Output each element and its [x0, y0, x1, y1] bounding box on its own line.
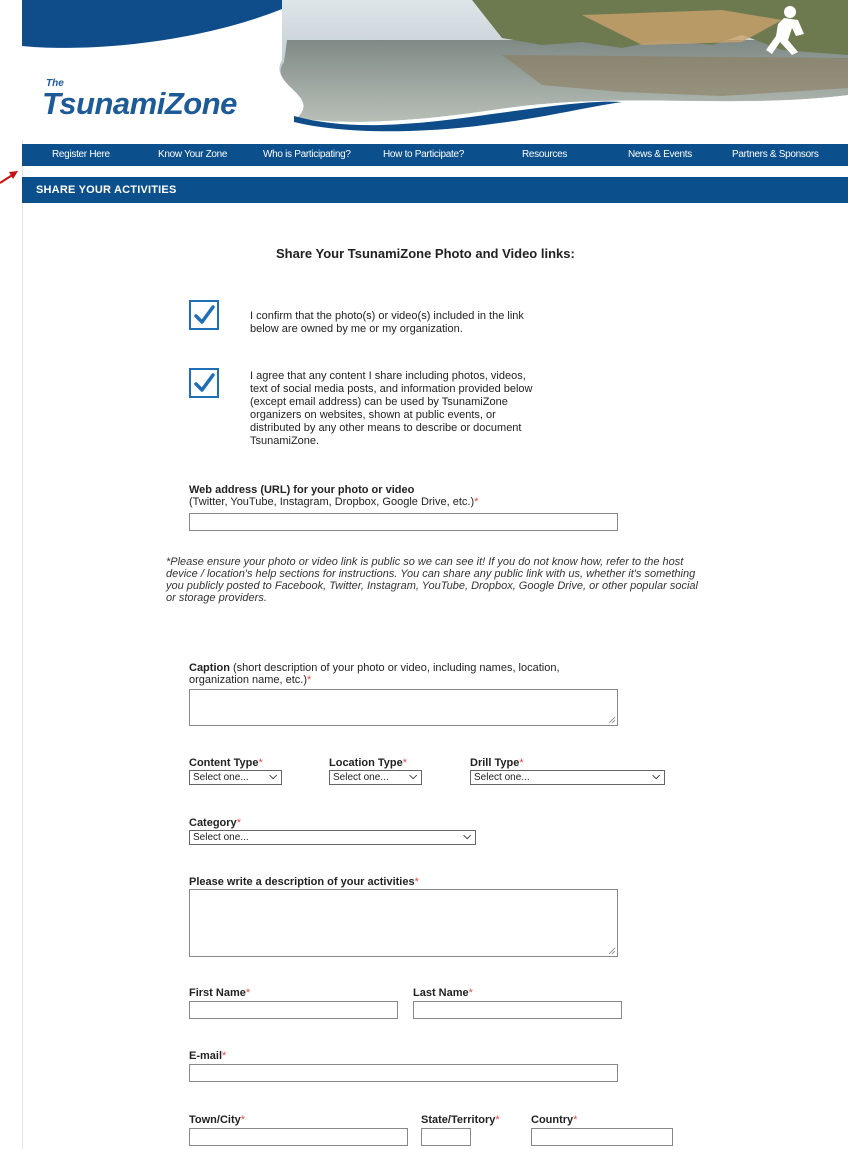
chevron-down-icon: ⌵ [409, 771, 417, 782]
nav-who-is-participating[interactable]: Who is Participating? [263, 149, 351, 160]
category-label: Category* [189, 817, 241, 829]
chevron-down-icon: ⌵ [269, 771, 277, 782]
site-logo[interactable]: TsunamiZone [42, 86, 237, 122]
url-input[interactable] [189, 513, 618, 531]
last-name-input[interactable] [413, 1001, 622, 1019]
confirm-ownership-text: I confirm that the photo(s) or video(s) … [250, 310, 524, 335]
confirm-ownership-checkbox[interactable] [189, 300, 219, 330]
email-input[interactable] [189, 1064, 618, 1082]
form-title: Share Your TsunamiZone Photo and Video l… [276, 246, 575, 261]
chevron-down-icon: ⌵ [463, 831, 471, 842]
town-input[interactable] [189, 1128, 408, 1146]
state-label: State/Territory* [421, 1114, 500, 1126]
nav-resources[interactable]: Resources [522, 149, 567, 160]
location-type-label: Location Type* [329, 757, 408, 769]
nav-news-events[interactable]: News & Events [628, 149, 692, 160]
town-label: Town/City* [189, 1114, 246, 1126]
resize-grip-icon[interactable] [608, 716, 616, 724]
agree-usage-checkbox[interactable] [189, 368, 219, 398]
category-select[interactable]: Select one... ⌵ [189, 830, 476, 845]
nav-how-to-participate[interactable]: How to Participate? [383, 149, 464, 160]
resize-grip-icon[interactable] [608, 947, 616, 955]
description-label: Please write a description of your activ… [189, 876, 419, 888]
last-name-label: Last Name* [413, 987, 473, 999]
country-input[interactable] [531, 1128, 673, 1146]
drill-type-select[interactable]: Select one... ⌵ [470, 770, 665, 785]
content-type-label: Content Type* [189, 757, 263, 769]
first-name-input[interactable] [189, 1001, 398, 1019]
header-banner: The TsunamiZone [22, 0, 848, 140]
nav-partners-sponsors[interactable]: Partners & Sponsors [732, 149, 819, 160]
nav-know-your-zone[interactable]: Know Your Zone [158, 149, 228, 160]
agree-usage-text: I agree that any content I share includi… [250, 370, 533, 447]
caption-textarea[interactable] [189, 689, 618, 726]
email-label: E-mail* [189, 1050, 227, 1062]
section-title-bar: SHARE YOUR ACTIVITIES [22, 177, 848, 203]
chevron-down-icon: ⌵ [652, 771, 660, 782]
checkmark-icon [194, 373, 215, 392]
description-textarea[interactable] [189, 889, 618, 957]
checkmark-icon [194, 305, 215, 324]
content-type-select[interactable]: Select one... ⌵ [189, 770, 282, 785]
state-input[interactable] [421, 1128, 471, 1146]
country-label: Country* [531, 1114, 578, 1126]
location-type-select[interactable]: Select one... ⌵ [329, 770, 422, 785]
public-link-note: *Please ensure your photo or video link … [166, 556, 698, 604]
main-nav: Register Here Know Your Zone Who is Part… [22, 144, 848, 166]
drill-type-label: Drill Type* [470, 757, 524, 769]
caption-label: Caption (short description of your photo… [189, 662, 560, 686]
nav-register-here[interactable]: Register Here [52, 149, 110, 160]
red-arrow-icon [0, 171, 18, 184]
first-name-label: First Name* [189, 987, 251, 999]
url-label: Web address (URL) for your photo or vide… [189, 484, 479, 508]
